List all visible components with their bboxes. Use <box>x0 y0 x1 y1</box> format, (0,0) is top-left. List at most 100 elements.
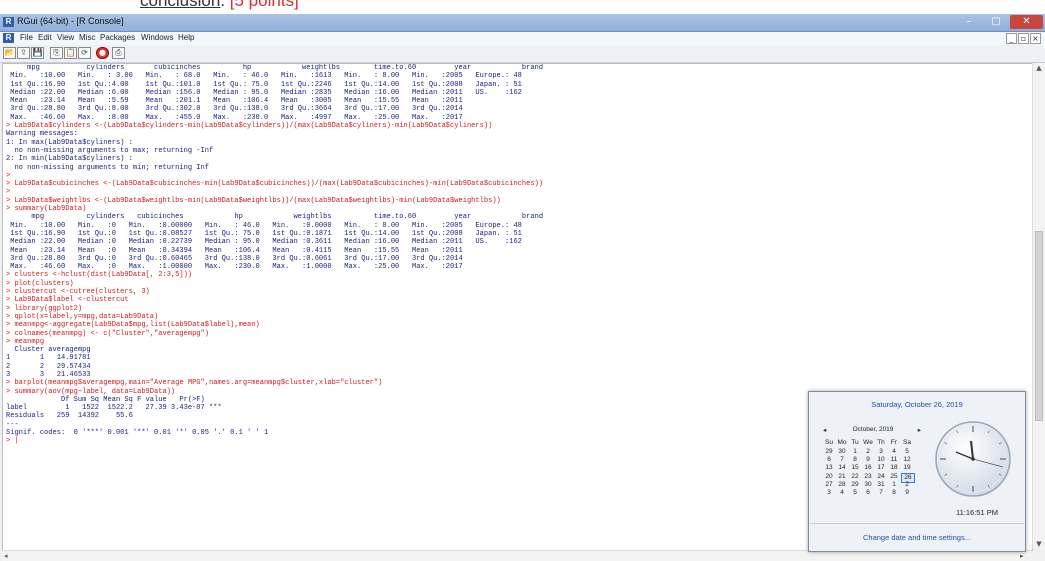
calendar-day[interactable]: 16 <box>862 464 874 471</box>
calendar-day[interactable]: 7 <box>875 489 887 496</box>
console-command-line: > <box>6 171 15 180</box>
console-command-line: > Lab9Data$weightlbs <-(Lab9Data$weightl… <box>6 196 501 205</box>
calendar-day[interactable]: 25 <box>888 473 900 480</box>
calendar-day[interactable]: 24 <box>875 473 887 480</box>
mdi-close-button[interactable]: × <box>1030 33 1041 44</box>
calendar-day[interactable]: 11 <box>888 456 900 463</box>
print-icon[interactable]: ⎙ <box>112 47 125 59</box>
console-output-line: Median :22.00 Median :6.00 Median :156.0… <box>6 88 531 97</box>
calendar-day[interactable]: 8 <box>888 489 900 496</box>
menu-windows[interactable]: Windows <box>141 33 173 42</box>
weekday-label: We <box>863 439 873 446</box>
console-command-line: > barplot(meanmpg$averagempg,main="Avera… <box>6 379 383 388</box>
calendar-day[interactable]: 2 <box>862 448 874 455</box>
minimize-button[interactable]: – <box>957 15 981 29</box>
console-output-line: 2: In min(Lab9Data$cyliners) : <box>6 155 133 164</box>
menu-view[interactable]: View <box>57 33 74 42</box>
calendar-day[interactable]: 13 <box>823 464 835 471</box>
console-command-line: > summary(Lab9Data) <box>6 205 87 214</box>
calendar-day[interactable]: 15 <box>849 464 861 471</box>
console-command-line: > summary(aov(mpg~label, data=Lab9Data)) <box>6 387 176 396</box>
calendar-day[interactable]: 27 <box>823 481 835 488</box>
calendar-day[interactable]: 22 <box>849 473 861 480</box>
calendar-day[interactable]: 5 <box>849 489 861 496</box>
calendar-day[interactable]: 30 <box>862 481 874 488</box>
calendar-day[interactable]: 3 <box>823 489 835 496</box>
calendar-day[interactable]: 29 <box>823 448 835 455</box>
calendar-day[interactable]: 31 <box>875 481 887 488</box>
calendar-day[interactable]: 4 <box>836 489 848 496</box>
toolbar: 📂 ⇪ 💾 ⎘ 📋 ⟳ ● ⎙ <box>0 45 1045 63</box>
calendar-day[interactable]: 23 <box>862 473 874 480</box>
scroll-up-icon[interactable]: ▲ <box>1033 63 1045 73</box>
stop-icon[interactable]: ● <box>96 47 109 59</box>
calendar-day[interactable]: 7 <box>836 456 848 463</box>
mdi-restore-button[interactable]: ▫ <box>1018 33 1029 44</box>
open-script-icon[interactable]: 📂 <box>3 47 16 59</box>
calendar-day[interactable]: 30 <box>836 448 848 455</box>
calendar-day[interactable]: 2 <box>901 481 913 488</box>
menu-packages[interactable]: Packages <box>100 33 135 42</box>
copy-icon[interactable]: ⎘ <box>50 47 63 59</box>
calendar-nav: ◂ October, 2019 ▸ <box>823 426 933 436</box>
paste-icon[interactable]: 📋 <box>64 47 77 59</box>
weekday-label: Th <box>877 439 885 446</box>
calendar-day[interactable]: 8 <box>849 456 861 463</box>
calendar-day[interactable]: 1 <box>849 448 861 455</box>
load-workspace-icon[interactable]: ⇪ <box>17 47 30 59</box>
calendar-day[interactable]: 29 <box>849 481 861 488</box>
console-command-line: > <box>6 188 15 197</box>
change-date-time-settings-link[interactable]: Change date and time settings... <box>809 533 1025 542</box>
weekday-label: Tu <box>851 439 859 446</box>
scroll-thumb[interactable] <box>1035 231 1043 421</box>
calendar-day[interactable]: 14 <box>836 464 848 471</box>
calendar-day[interactable]: 3 <box>875 448 887 455</box>
calendar-day[interactable]: 9 <box>901 489 913 496</box>
calendar-day[interactable]: 4 <box>888 448 900 455</box>
calendar-day[interactable]: 18 <box>888 464 900 471</box>
console-output-line: 3 3 21.46533 <box>6 370 91 379</box>
console-output-line: Min. :10.00 Min. :0 Min. :0.00000 Min. :… <box>6 221 531 230</box>
scroll-right-icon[interactable]: ▸ <box>1020 551 1024 561</box>
save-workspace-icon[interactable]: 💾 <box>31 47 44 59</box>
calendar-day[interactable]: 10 <box>875 456 887 463</box>
mdi-window-buttons: _ ▫ × <box>1005 33 1041 44</box>
console-output-line: mpg cylinders cubicinches hp weightlbs t… <box>6 64 556 72</box>
menu-edit[interactable]: Edit <box>38 33 52 42</box>
date-header-link[interactable]: Saturday, October 26, 2019 <box>809 400 1025 409</box>
console-command-line: > library(ggplot2) <box>6 304 83 313</box>
r-app-icon: R <box>3 17 14 27</box>
next-month-icon[interactable]: ▸ <box>918 426 921 434</box>
console-output-line: Max. :46.60 Max. :0 Max. :1.00000 Max. :… <box>6 263 531 272</box>
menu-file[interactable]: File <box>20 33 33 42</box>
calendar-day[interactable]: 28 <box>836 481 848 488</box>
points-label: [5 points] <box>229 0 299 10</box>
calendar-day[interactable]: 17 <box>875 464 887 471</box>
calendar-day[interactable]: 12 <box>901 456 913 463</box>
vertical-scrollbar[interactable]: ▲ ▼ <box>1032 63 1045 549</box>
menu-help[interactable]: Help <box>178 33 194 42</box>
calendar-day[interactable]: 6 <box>862 489 874 496</box>
weekday-label: Fr <box>890 439 898 446</box>
calendar-day[interactable]: 5 <box>901 448 913 455</box>
title-bar[interactable]: R RGui (64-bit) - [R Console] – ▢ ✕ <box>0 14 1045 32</box>
scroll-left-icon[interactable]: ◂ <box>4 551 8 561</box>
console-output-line: 3rd Qu.:28.80 3rd Qu.:8.00 3rd Qu.:302.0… <box>6 105 531 114</box>
close-button[interactable]: ✕ <box>1010 15 1043 29</box>
calendar-day[interactable]: 9 <box>862 456 874 463</box>
copy-paste-icon[interactable]: ⟳ <box>78 47 91 59</box>
menu-misc[interactable]: Misc <box>79 33 95 42</box>
console-output-line: Min. :10.00 Min. : 3.00 Min. : 68.0 Min.… <box>6 72 531 81</box>
calendar-day[interactable]: 21 <box>836 473 848 480</box>
calendar-day[interactable]: 6 <box>823 456 835 463</box>
calendar-day[interactable]: 1 <box>888 481 900 488</box>
calendar-day[interactable]: 19 <box>901 464 913 471</box>
maximize-button[interactable]: ▢ <box>984 15 1008 29</box>
console-output-line: 3rd Qu.:28.80 3rd Qu.:0 3rd Qu.:0.60465 … <box>6 254 531 263</box>
scroll-down-icon[interactable]: ▼ <box>1033 539 1045 549</box>
mdi-minimize-button[interactable]: _ <box>1006 33 1017 44</box>
calendar-day[interactable]: 20 <box>823 473 835 480</box>
weekday-label: Mo <box>837 439 847 446</box>
r-console-icon[interactable]: R <box>3 33 14 43</box>
calendar-month-title[interactable]: October, 2019 <box>823 426 923 433</box>
